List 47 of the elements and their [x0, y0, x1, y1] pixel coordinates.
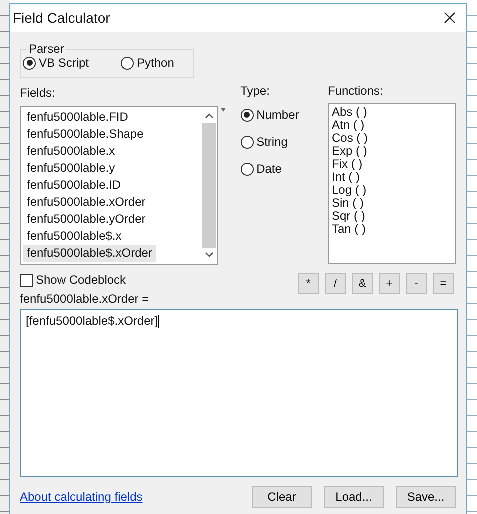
expression-field[interactable]: [fenfu5000lable$.xOrder]	[20, 309, 458, 477]
function-item[interactable]: Log ( )	[332, 184, 452, 197]
close-icon[interactable]	[444, 12, 456, 24]
function-item[interactable]: Fix ( )	[332, 158, 452, 171]
field-item[interactable]: fenfu5000lable.Shape	[23, 126, 199, 143]
field-item[interactable]: fenfu5000lable.xOrder	[23, 194, 199, 211]
operator-button[interactable]: =	[433, 273, 454, 294]
expression-label: fenfu5000lable.xOrder =	[20, 292, 150, 306]
function-item[interactable]: Abs ( )	[332, 106, 452, 119]
operator-button[interactable]: &	[352, 273, 373, 294]
fields-label: Fields:	[20, 86, 56, 100]
dialog-button[interactable]: Save...	[396, 486, 456, 508]
field-item[interactable]: fenfu5000lable.yOrder	[23, 211, 199, 228]
function-item[interactable]: Int ( )	[332, 171, 452, 184]
parser-radio[interactable]: Python	[121, 56, 174, 70]
field-item[interactable]: fenfu5000lable.y	[23, 160, 199, 177]
type-radio[interactable]: String	[240, 135, 328, 149]
dialog-button[interactable]: Clear	[252, 486, 312, 508]
expression-text: [fenfu5000lable$.xOrder]	[26, 314, 158, 328]
operator-button[interactable]: *	[298, 273, 319, 294]
field-item[interactable]: fenfu5000lable.x	[23, 143, 199, 160]
dialog-button[interactable]: Load...	[324, 486, 384, 508]
show-codeblock-checkbox[interactable]: Show Codeblock	[20, 273, 150, 287]
help-link[interactable]: About calculating fields	[20, 490, 143, 504]
field-item[interactable]: fenfu5000lable$.x	[23, 228, 199, 245]
functions-label: Functions:	[328, 84, 384, 98]
field-item[interactable]: fenfu5000lable.ID	[23, 177, 199, 194]
operator-button[interactable]: +	[379, 273, 400, 294]
scroll-up-icon[interactable]	[204, 113, 214, 119]
field-item[interactable]: fenfu5000lable.FID	[23, 109, 199, 126]
function-item[interactable]: Sqr ( )	[332, 210, 452, 223]
operator-button[interactable]: /	[325, 273, 346, 294]
operator-button[interactable]: -	[406, 273, 427, 294]
scroll-down-icon[interactable]	[204, 252, 214, 258]
type-radio[interactable]: Number	[240, 108, 328, 122]
function-item[interactable]: Cos ( )	[332, 132, 452, 145]
type-radio[interactable]: Date	[240, 162, 328, 176]
field-item[interactable]: fenfu5000lable$.xOrder	[23, 245, 156, 262]
function-item[interactable]: Atn ( )	[332, 119, 452, 132]
window-title: Field Calculator	[13, 10, 110, 26]
function-item[interactable]: Sin ( )	[332, 197, 452, 210]
parser-radio[interactable]: VB Script	[23, 56, 90, 70]
function-item[interactable]: Exp ( )	[332, 145, 452, 158]
function-item[interactable]: Tan ( )	[332, 223, 452, 236]
type-label: Type:	[240, 84, 271, 98]
parser-label: Parser	[28, 42, 66, 56]
dropdown-arrow-icon[interactable]	[221, 108, 226, 112]
